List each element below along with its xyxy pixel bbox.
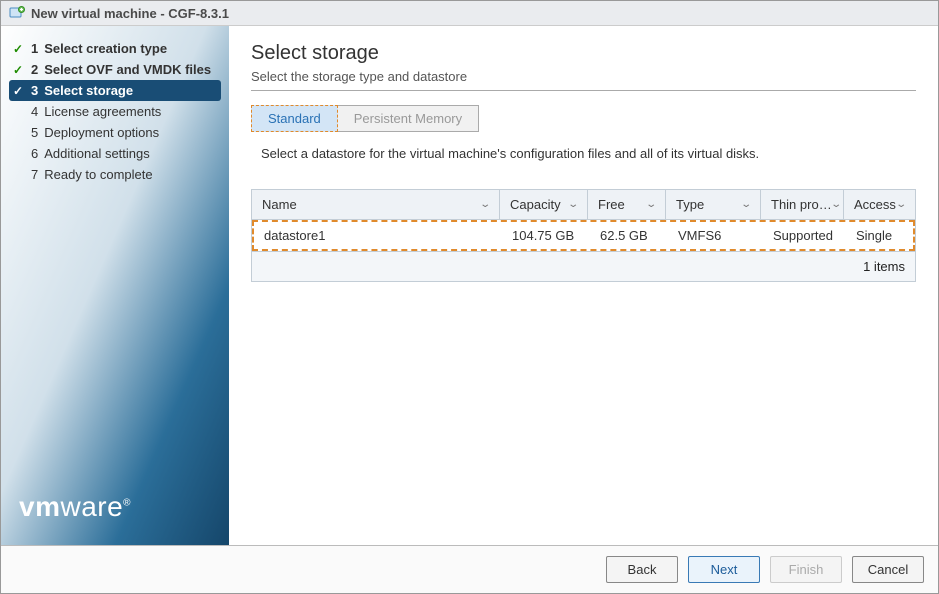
check-icon: ✓ — [11, 126, 25, 140]
page-subtitle: Select the storage type and datastore — [251, 69, 916, 84]
step-6: ✓ 6 Additional settings — [9, 143, 221, 164]
dialog-footer: Back Next Finish Cancel — [1, 545, 938, 593]
content: ✓ 1 Select creation type ✓ 2 Select OVF … — [1, 26, 938, 545]
instruction-text: Select a datastore for the virtual machi… — [261, 146, 916, 161]
col-thin-provisioning[interactable]: Thin pro…⌄ — [761, 190, 844, 219]
sidebar: ✓ 1 Select creation type ✓ 2 Select OVF … — [1, 26, 229, 545]
cell-thin: Supported — [763, 222, 846, 249]
check-icon: ✓ — [11, 168, 25, 182]
step-7: ✓ 7 Ready to complete — [9, 164, 221, 185]
new-vm-dialog: New virtual machine - CGF-8.3.1 ✓ 1 Sele… — [0, 0, 939, 594]
cell-capacity: 104.75 GB — [502, 222, 590, 249]
step-5: ✓ 5 Deployment options — [9, 122, 221, 143]
table-footer: 1 items — [252, 251, 915, 281]
chevron-down-icon: ⌄ — [479, 199, 491, 210]
back-button[interactable]: Back — [606, 556, 678, 583]
divider — [251, 90, 916, 91]
check-icon: ✓ — [11, 42, 25, 56]
chevron-down-icon: ⌄ — [830, 199, 842, 210]
main-panel: Select storage Select the storage type a… — [229, 26, 938, 545]
chevron-down-icon: ⌄ — [895, 199, 907, 210]
page-title: Select storage — [251, 42, 916, 65]
tab-persistent-memory[interactable]: Persistent Memory — [338, 105, 479, 132]
cell-free: 62.5 GB — [590, 222, 668, 249]
col-type[interactable]: Type⌄ — [666, 190, 761, 219]
tab-standard[interactable]: Standard — [251, 105, 338, 132]
vm-icon — [9, 5, 25, 21]
chevron-down-icon: ⌄ — [567, 199, 579, 210]
cancel-button[interactable]: Cancel — [852, 556, 924, 583]
finish-button: Finish — [770, 556, 842, 583]
check-icon: ✓ — [11, 63, 25, 77]
datastore-table: Name⌄ Capacity⌄ Free⌄ Type⌄ Thin pro…⌄ A… — [251, 189, 916, 282]
check-icon: ✓ — [11, 84, 25, 98]
wizard-steps: ✓ 1 Select creation type ✓ 2 Select OVF … — [1, 26, 229, 193]
col-access[interactable]: Access⌄ — [844, 190, 915, 219]
cell-name: datastore1 — [254, 222, 502, 249]
step-2[interactable]: ✓ 2 Select OVF and VMDK files — [9, 59, 221, 80]
table-header: Name⌄ Capacity⌄ Free⌄ Type⌄ Thin pro…⌄ A… — [252, 190, 915, 220]
check-icon: ✓ — [11, 147, 25, 161]
titlebar: New virtual machine - CGF-8.3.1 — [1, 1, 938, 26]
title-text: New virtual machine - CGF-8.3.1 — [31, 6, 229, 21]
step-1[interactable]: ✓ 1 Select creation type — [9, 38, 221, 59]
table-row[interactable]: datastore1 104.75 GB 62.5 GB VMFS6 Suppo… — [252, 220, 915, 251]
chevron-down-icon: ⌄ — [645, 199, 657, 210]
vmware-logo: vmware® — [19, 491, 131, 523]
step-3[interactable]: ✓ 3 Select storage — [9, 80, 221, 101]
cell-access: Single — [846, 222, 913, 249]
next-button[interactable]: Next — [688, 556, 760, 583]
check-icon: ✓ — [11, 105, 25, 119]
col-name[interactable]: Name⌄ — [252, 190, 500, 219]
storage-type-tabs: Standard Persistent Memory — [251, 105, 916, 132]
cell-type: VMFS6 — [668, 222, 763, 249]
step-4: ✓ 4 License agreements — [9, 101, 221, 122]
col-capacity[interactable]: Capacity⌄ — [500, 190, 588, 219]
chevron-down-icon: ⌄ — [740, 199, 752, 210]
col-free[interactable]: Free⌄ — [588, 190, 666, 219]
